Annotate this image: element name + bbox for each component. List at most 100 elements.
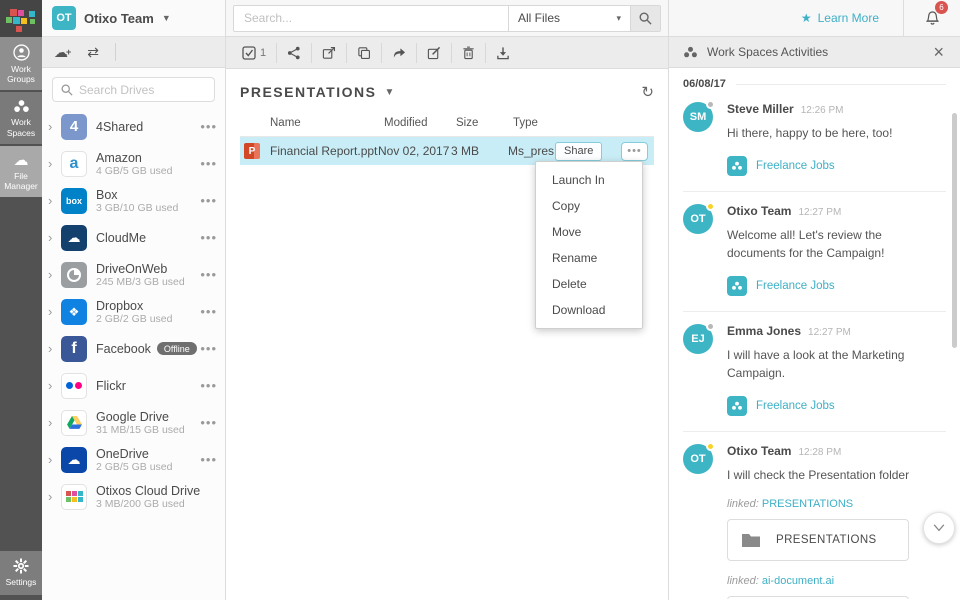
workspace-link[interactable]: Freelance Jobs (727, 276, 942, 296)
close-icon[interactable]: × (933, 43, 944, 61)
rename-icon (427, 46, 441, 60)
drive-row-onedrive[interactable]: › ☁ OneDrive2 GB/5 GB used ••• (42, 441, 225, 478)
file-modified: Nov 02, 2017 (378, 144, 451, 158)
more-options-icon[interactable]: ••• (200, 193, 217, 208)
offline-badge: Offline (157, 342, 197, 355)
powerpoint-file-icon: P (244, 143, 260, 159)
chevron-right-icon[interactable]: › (48, 267, 61, 282)
workspace-link[interactable]: Freelance Jobs (727, 156, 942, 176)
sidebar-item-settings[interactable]: Settings (0, 551, 42, 595)
delete-button[interactable] (452, 43, 486, 63)
message-time: 12:28 PM (798, 447, 841, 458)
scroll-down-button[interactable] (923, 512, 955, 544)
message-author[interactable]: Otixo Team (727, 204, 791, 218)
drive-row-google-drive[interactable]: › Google Drive31 MB/15 GB used ••• (42, 404, 225, 441)
work-groups-icon (13, 44, 30, 61)
linked-file-card[interactable]: Ai ai-document.ai (727, 596, 909, 599)
chevron-right-icon[interactable]: › (48, 415, 61, 430)
learn-more-link[interactable]: ★ Learn More (801, 11, 879, 25)
message-text: I will check the Presentation folder (727, 467, 942, 484)
drive-row-box[interactable]: › box Box3 GB/10 GB used ••• (42, 182, 225, 219)
team-switcher[interactable]: OT Otixo Team ▼ (42, 0, 225, 37)
column-type[interactable]: Type (513, 117, 654, 129)
menu-item-launch-in[interactable]: Launch In (536, 167, 642, 193)
chevron-right-icon[interactable]: › (48, 452, 61, 467)
menu-item-move[interactable]: Move (536, 219, 642, 245)
activities-header: Work Spaces Activities × (669, 37, 960, 68)
drive-row-facebook[interactable]: › f FacebookOffline ••• (42, 330, 225, 367)
search-drives-input[interactable] (79, 83, 206, 97)
chevron-right-icon[interactable]: › (48, 156, 61, 171)
column-modified[interactable]: Modified (384, 117, 456, 129)
menu-item-download[interactable]: Download (536, 297, 642, 323)
download-icon (496, 46, 510, 60)
linked-folder-card[interactable]: PRESENTATIONS (727, 519, 909, 561)
message-author[interactable]: Steve Miller (727, 102, 794, 116)
more-options-icon[interactable]: ••• (200, 415, 217, 430)
more-options-icon[interactable]: ••• (200, 267, 217, 282)
more-options-icon[interactable]: ••• (200, 119, 217, 134)
chevron-right-icon[interactable]: › (48, 341, 61, 356)
activities-panel: ★ Learn More 6 Work Spaces Activities × (668, 0, 960, 600)
linked-folder-link[interactable]: PRESENTATIONS (762, 498, 853, 510)
more-options-icon[interactable]: ••• (200, 230, 217, 245)
scrollbar-thumb[interactable] (952, 113, 957, 348)
avatar: OT (683, 204, 713, 234)
row-share-button[interactable]: Share (555, 142, 602, 161)
drive-row-flickr[interactable]: › Flickr ••• (42, 367, 225, 404)
message-author[interactable]: Otixo Team (727, 444, 791, 458)
copy-button[interactable] (347, 43, 382, 63)
launch-in-button[interactable] (312, 43, 347, 63)
sidebar-item-work-spaces[interactable]: Work Spaces (0, 92, 42, 143)
drive-search-box[interactable] (52, 77, 215, 102)
more-options-icon[interactable]: ••• (200, 304, 217, 319)
menu-item-delete[interactable]: Delete (536, 271, 642, 297)
row-more-options-button[interactable]: ••• (621, 142, 648, 161)
sidebar-item-work-groups[interactable]: Work Groups (0, 37, 42, 90)
drive-row-dropbox[interactable]: › ❖ Dropbox2 GB/2 GB used ••• (42, 293, 225, 330)
chevron-right-icon[interactable]: › (48, 119, 61, 134)
select-all-checkbox[interactable]: 1 (232, 43, 277, 63)
folder-dropdown-icon[interactable]: ▼ (384, 87, 394, 98)
more-options-icon[interactable]: ••• (200, 378, 217, 393)
message-text: Welcome all! Let's review the documents … (727, 227, 942, 262)
notifications-button[interactable]: 6 (904, 9, 960, 27)
chevron-right-icon[interactable]: › (48, 193, 61, 208)
drive-row-otixos-cloud-drive[interactable]: › Otixos Cloud Drive3 MB/200 GB used (42, 478, 225, 515)
refresh-icon[interactable]: ↻ (641, 83, 654, 101)
move-button[interactable] (382, 43, 417, 63)
file-type-filter[interactable]: All Files ▾ (508, 6, 630, 31)
linked-label: linked: PRESENTATIONS (669, 484, 960, 510)
menu-item-copy[interactable]: Copy (536, 193, 642, 219)
chevron-right-icon[interactable]: › (48, 230, 61, 245)
drive-row-amazon[interactable]: › a Amazon4 GB/5 GB used ••• (42, 145, 225, 182)
otixo-logo[interactable] (0, 0, 42, 37)
more-options-icon[interactable]: ••• (200, 452, 217, 467)
activities-title: Work Spaces Activities (707, 45, 924, 59)
rename-button[interactable] (417, 43, 452, 63)
folder-icon (741, 532, 761, 548)
drive-row-4shared[interactable]: › 4 4Shared ••• (42, 108, 225, 145)
drive-row-driveonweb[interactable]: › DriveOnWeb245 MB/3 GB used ••• (42, 256, 225, 293)
drive-row-cloudme[interactable]: › ☁ CloudMe ••• (42, 219, 225, 256)
column-name[interactable]: Name (270, 117, 384, 129)
column-size[interactable]: Size (456, 117, 513, 129)
linked-file-link[interactable]: ai-document.ai (762, 575, 834, 587)
transfer-icon[interactable]: ⇄ (87, 45, 99, 59)
chevron-right-icon[interactable]: › (48, 304, 61, 319)
share-button[interactable] (277, 43, 312, 63)
message-author[interactable]: Emma Jones (727, 324, 801, 338)
search-input[interactable] (234, 6, 508, 31)
chevron-right-icon[interactable]: › (48, 489, 61, 504)
team-name: Otixo Team (84, 11, 154, 26)
menu-item-rename[interactable]: Rename (536, 245, 642, 271)
more-options-icon[interactable]: ••• (200, 156, 217, 171)
more-options-icon[interactable]: ••• (200, 341, 217, 356)
add-cloud-icon[interactable]: ☁+ (54, 45, 71, 59)
search-button[interactable] (630, 6, 660, 31)
download-button[interactable] (486, 43, 520, 63)
main-topbar: All Files ▾ (226, 0, 668, 37)
workspace-link[interactable]: Freelance Jobs (727, 396, 942, 416)
sidebar-item-file-manager[interactable]: ☁ File Manager (0, 146, 42, 197)
chevron-right-icon[interactable]: › (48, 378, 61, 393)
